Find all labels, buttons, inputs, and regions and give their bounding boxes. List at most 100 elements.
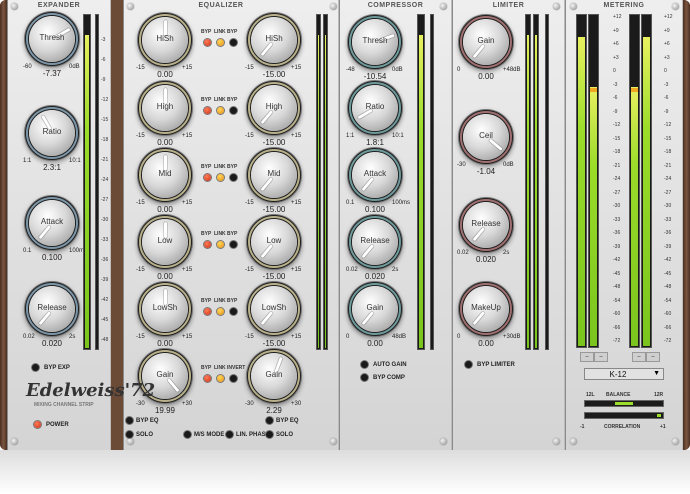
knob[interactable]: MakeUp xyxy=(460,283,512,335)
knob-label: HiSh xyxy=(156,34,174,43)
output-level-meter xyxy=(629,14,640,348)
eq-led-label: LINK xyxy=(214,298,226,304)
knob[interactable]: Gain xyxy=(349,283,401,335)
knob-value: 0.00 xyxy=(157,138,173,147)
knob-label: Low xyxy=(266,236,282,245)
eq-switch-led[interactable] xyxy=(184,431,191,438)
eq-toggle-led[interactable] xyxy=(217,174,224,181)
knob[interactable]: Mid xyxy=(139,149,191,201)
knob[interactable]: Low xyxy=(248,216,300,268)
knob[interactable]: HiSh xyxy=(248,14,300,66)
meter-scale-tick: -24 xyxy=(664,176,672,182)
knob[interactable]: Mid xyxy=(248,149,300,201)
knob[interactable]: LowSh xyxy=(139,283,191,335)
eq-led-label: LINK xyxy=(214,97,226,103)
knob-value: 0.00 xyxy=(367,339,383,348)
knob[interactable]: Low xyxy=(139,216,191,268)
meter-scale-tick: -15 xyxy=(613,135,621,142)
knob-value: -1.04 xyxy=(476,167,496,176)
peak-readout[interactable]: -- xyxy=(646,352,660,362)
eq-toggle-led[interactable] xyxy=(230,308,237,315)
peak-readout[interactable]: -- xyxy=(632,352,646,362)
eq-toggle-led[interactable] xyxy=(230,107,237,114)
knob-min-label: 0 xyxy=(457,334,461,340)
peak-readout[interactable]: -- xyxy=(580,352,594,362)
eq-led-label: BYP xyxy=(201,97,212,103)
knob[interactable]: Ratio xyxy=(26,107,78,159)
peak-readout[interactable]: -- xyxy=(594,352,608,362)
eq-toggle-led[interactable] xyxy=(217,308,224,315)
meter-scale-tick: -9 xyxy=(101,77,106,83)
knob[interactable]: Ratio xyxy=(349,82,401,134)
knob-label: MakeUp xyxy=(471,303,501,312)
eq-toggle-led[interactable] xyxy=(230,241,237,248)
eq-switch-led[interactable] xyxy=(226,431,233,438)
meter-scale-tick: -3 xyxy=(664,81,669,88)
knob[interactable]: Gain xyxy=(248,350,300,402)
eq-toggle-led[interactable] xyxy=(204,308,211,315)
byp-exp-led[interactable] xyxy=(32,364,39,371)
eq-toggle-led[interactable] xyxy=(217,107,224,114)
knob[interactable]: Attack xyxy=(349,149,401,201)
meter-scale-tick: -39 xyxy=(664,243,672,250)
eq-toggle-led[interactable] xyxy=(204,107,211,114)
eq-toggle-led[interactable] xyxy=(204,174,211,181)
knob[interactable]: LowSh xyxy=(248,283,300,335)
knob-label: Ratio xyxy=(365,102,385,111)
eq-toggle-led[interactable] xyxy=(204,39,211,46)
meter-scale-tick: -27 xyxy=(613,189,621,196)
correlation-left-label: -1 xyxy=(580,424,585,430)
meter-scale-tick: -39 xyxy=(613,243,621,250)
eq-toggle-led[interactable] xyxy=(217,375,224,382)
eq-switch-led[interactable] xyxy=(126,417,133,424)
eq-toggle-led[interactable] xyxy=(230,375,237,382)
meter-scale-tick: -42 xyxy=(664,257,672,263)
knob[interactable]: HiSh xyxy=(139,14,191,66)
eq-toggle-led[interactable] xyxy=(217,39,224,46)
knob[interactable]: Release xyxy=(26,283,78,335)
byp-limiter-led[interactable] xyxy=(465,361,472,368)
knob-label: Ratio xyxy=(42,127,62,136)
eq-led-label: BYP xyxy=(201,164,212,170)
meter-scale-tick: -33 xyxy=(664,216,672,223)
power-led[interactable] xyxy=(34,421,41,428)
screw-icon xyxy=(440,438,447,445)
knob[interactable]: Thresh xyxy=(349,16,401,68)
knob[interactable]: Release xyxy=(460,199,512,251)
knob[interactable]: High xyxy=(139,82,191,134)
knob[interactable]: Release xyxy=(349,216,401,268)
eq-toggle-led[interactable] xyxy=(204,375,211,382)
knob-value: 0.00 xyxy=(157,339,173,348)
limiter-panel: LIMITER BYP LIMITER Gain 0 +48dB 0.00 Ceil -3… xyxy=(452,0,565,450)
meter-scale-tick: -48 xyxy=(664,284,672,290)
knob-value: -15.00 xyxy=(262,205,286,214)
eq-toggle-led[interactable] xyxy=(217,241,224,248)
meter-scale-tick: +3 xyxy=(664,54,670,61)
knob-value: 0.00 xyxy=(478,339,494,348)
eq-switch-led[interactable] xyxy=(266,417,273,424)
knob-value: -7.37 xyxy=(42,69,62,78)
knob[interactable]: Ceil xyxy=(460,111,512,163)
knob-value: 0.00 xyxy=(478,72,494,81)
knob[interactable]: Gain xyxy=(460,16,512,68)
eq-switch-label: SOLO xyxy=(276,432,294,438)
byp-comp-led[interactable] xyxy=(361,374,368,381)
meter-scale-tick: -48 xyxy=(101,337,109,343)
knob[interactable]: Thresh xyxy=(26,13,78,65)
meter-scale-tick: -36 xyxy=(101,257,109,263)
eq-toggle-led[interactable] xyxy=(230,174,237,181)
power-label: POWER xyxy=(46,422,69,428)
meter-scale-tick: -21 xyxy=(101,157,109,163)
auto-gain-led[interactable] xyxy=(361,361,368,368)
meter-scale-tick: -72 xyxy=(613,338,621,344)
knob[interactable]: High xyxy=(248,82,300,134)
meter-scale-tick: +9 xyxy=(613,27,619,34)
eq-toggle-led[interactable] xyxy=(230,39,237,46)
metering-panel: METERING K-12 ▼ 12L BALANCE 12R -1 CORRE… xyxy=(565,0,683,450)
eq-switch-led[interactable] xyxy=(266,431,273,438)
eq-toggle-led[interactable] xyxy=(204,241,211,248)
knob-label: High xyxy=(265,102,283,111)
meter-mode-dropdown[interactable]: K-12 ▼ xyxy=(584,368,664,380)
knob[interactable]: Attack xyxy=(26,197,78,249)
eq-switch-led[interactable] xyxy=(126,431,133,438)
